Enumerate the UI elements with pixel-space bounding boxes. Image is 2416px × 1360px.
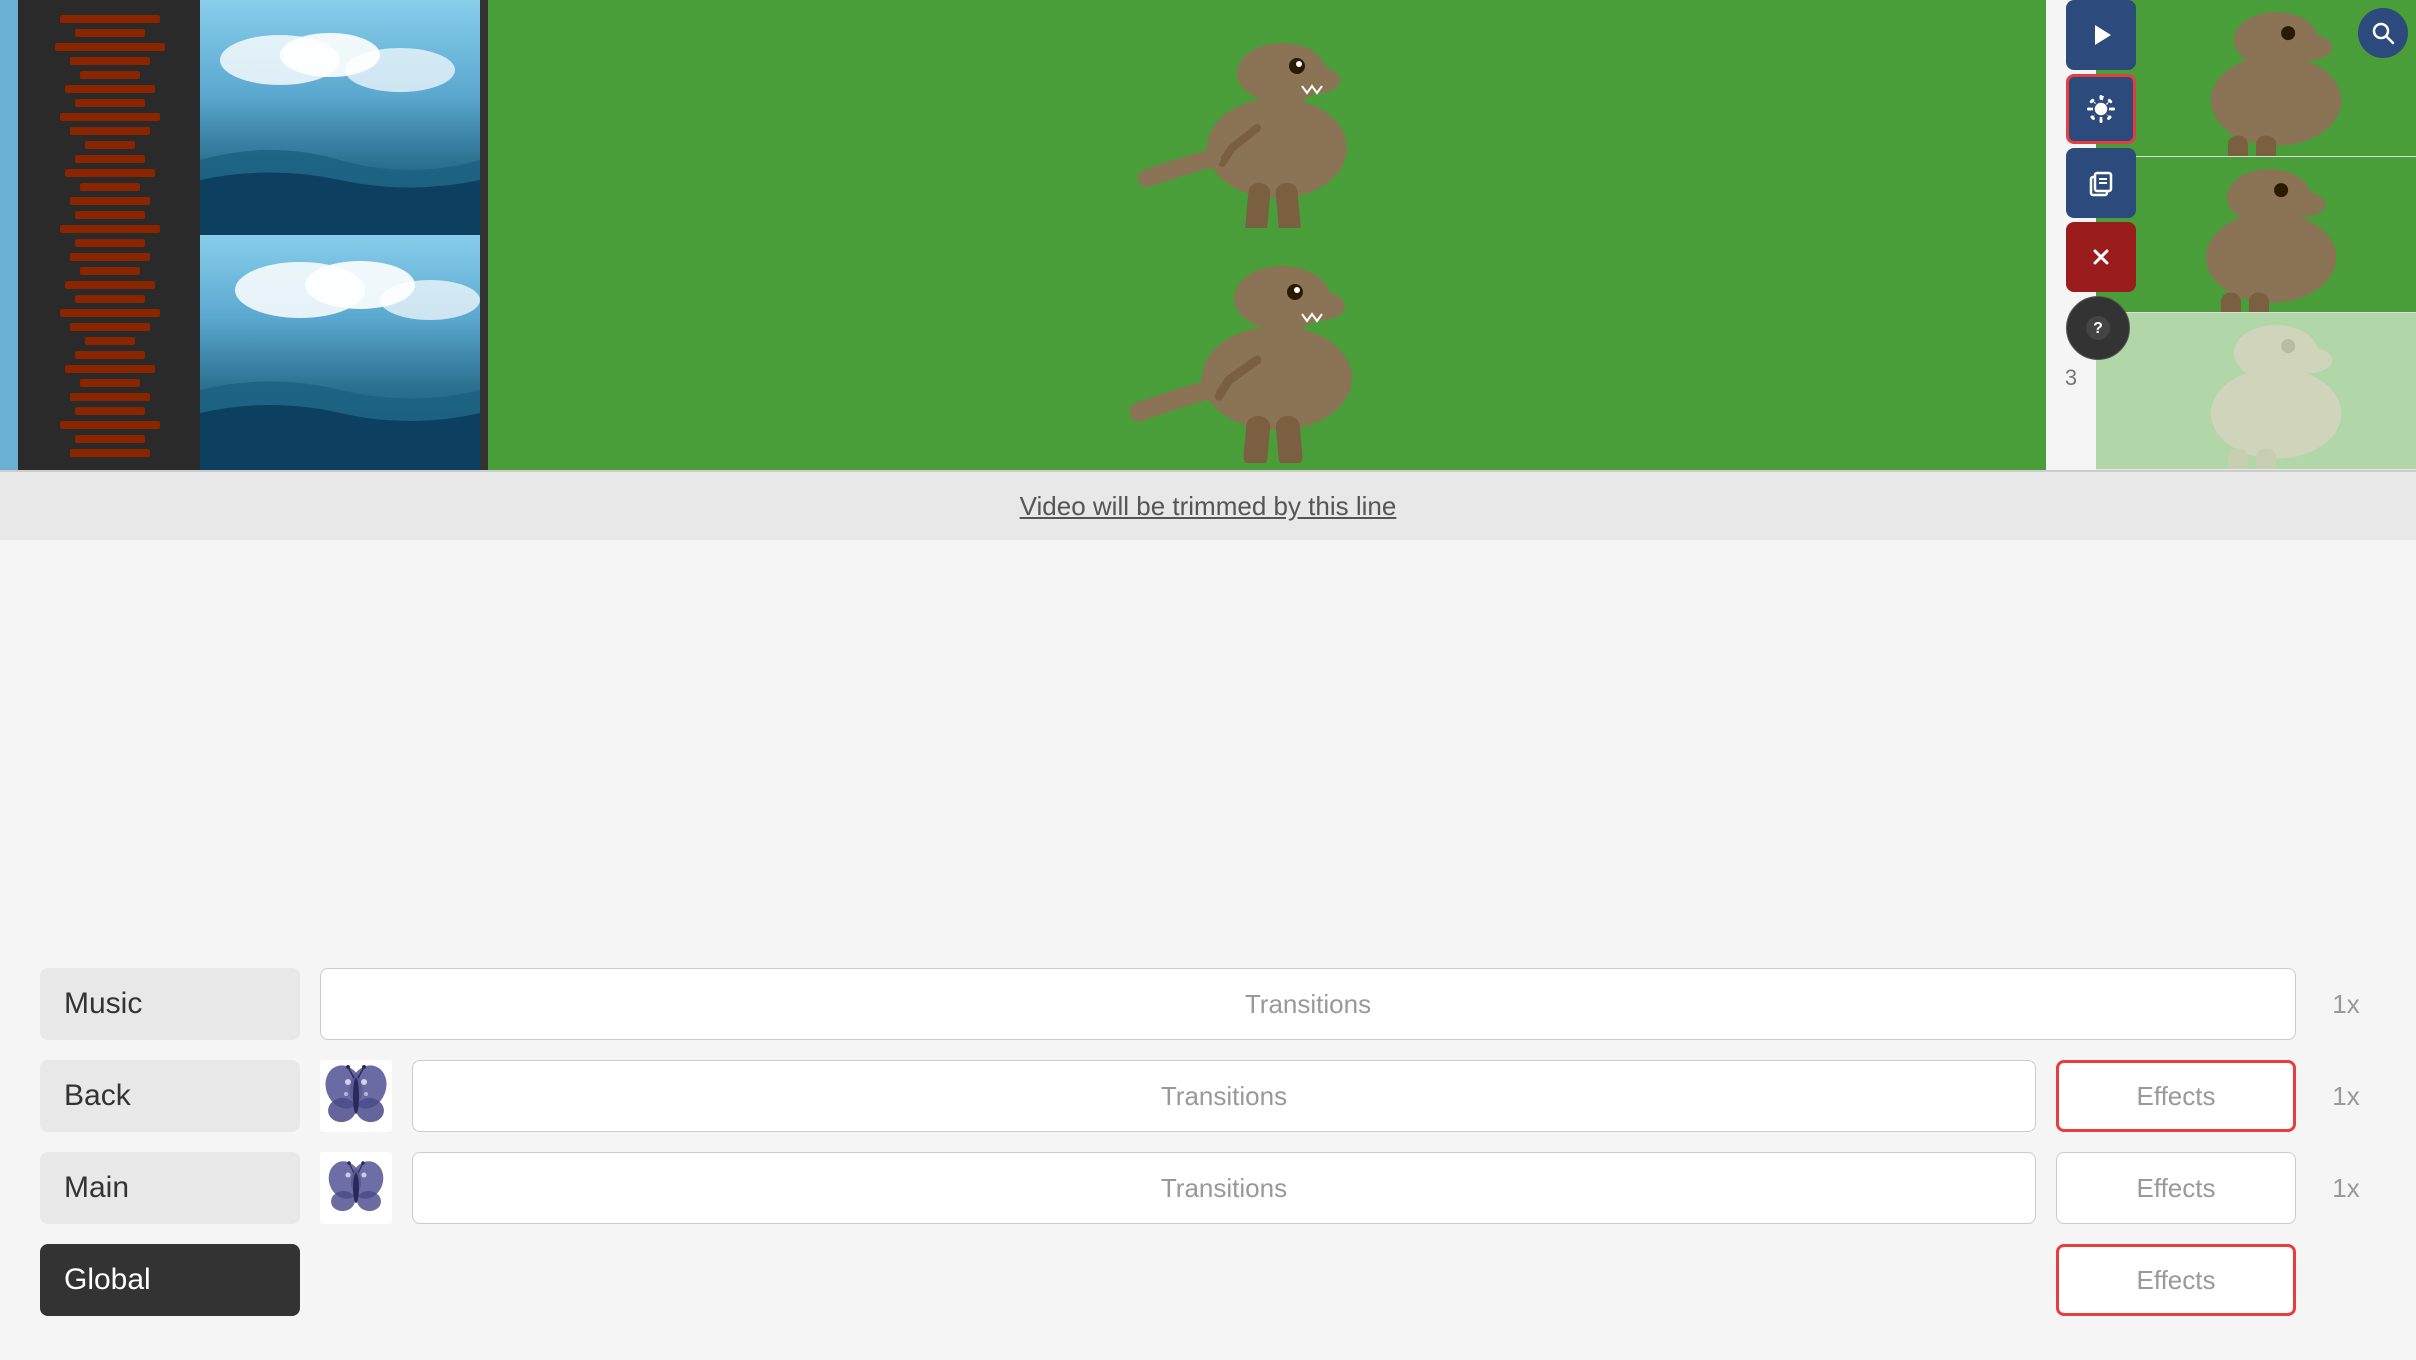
play-button[interactable] [2066,0,2136,70]
svg-text:?: ? [2093,320,2103,337]
dino-bottom-svg [1127,243,1407,463]
transitions-button-music[interactable]: Transitions [320,968,2296,1040]
settings-button[interactable] [2066,74,2136,144]
transitions-label-music: Transitions [1245,989,1371,1020]
zoom-icon [2371,21,2395,45]
control-rows: Music Transitions 1x Back [0,964,2416,1320]
delete-button[interactable] [2066,222,2136,292]
bottom-controls: Music Transitions 1x Back [0,680,2416,1360]
separator [480,0,488,470]
track-label-global-text: Global [64,1263,151,1297]
waveform-panel [0,0,200,470]
ocean-bottom-svg [200,235,480,470]
effects-button-main[interactable]: Effects [2056,1152,2296,1224]
track-thumb-back [320,1060,392,1132]
thumbnails-panel [2096,0,2416,470]
thumb-number-3: 3 [2046,365,2096,391]
gear-icon [2086,94,2116,124]
effects-label-main: Effects [2136,1173,2215,1204]
main-container: 📌 [0,0,2416,1360]
effects-button-global[interactable]: Effects [2056,1244,2296,1316]
action-buttons: ? [2066,0,2136,360]
trim-line-area: Video will be trimmed by this line [0,470,2416,540]
waveform-svg [20,5,200,465]
multiplier-main: 1x [2316,1173,2376,1204]
effects-button-back[interactable]: Effects [2056,1060,2296,1132]
video-area: 📌 [0,0,2416,470]
thumb-dino-2 [2096,157,2416,313]
track-label-back[interactable]: Back [40,1060,300,1132]
play-icon [2087,21,2115,49]
ocean-top [200,0,480,235]
help-button[interactable]: ? [2066,296,2130,360]
delete-icon [2087,243,2115,271]
dino-panel: 📌 [488,0,2046,470]
track-row-main: Main [40,1148,2376,1228]
track-label-back-text: Back [64,1079,131,1113]
trim-line-text: Video will be trimmed by this line [1020,491,1397,522]
effects-label-back: Effects [2136,1081,2215,1112]
ocean-panel [200,0,480,470]
track-row-back: Back [40,1056,2376,1136]
thumbnail-3 [2096,313,2416,470]
blue-strip [0,0,18,470]
transitions-button-back[interactable]: Transitions [412,1060,2036,1132]
track-row-music: Music Transitions 1x [40,964,2376,1044]
multiplier-back: 1x [2316,1081,2376,1112]
transitions-label-back: Transitions [1161,1081,1287,1112]
butterfly-large-icon [322,1062,390,1130]
track-label-music[interactable]: Music [40,968,300,1040]
thumbnail-2 [2096,157,2416,314]
track-label-main[interactable]: Main [40,1152,300,1224]
zoom-button[interactable] [2358,8,2408,58]
thumb-dino-3 [2096,313,2416,469]
track-label-music-text: Music [64,987,142,1021]
ocean-bottom [200,235,480,470]
copy-button[interactable] [2066,148,2136,218]
dino-bottom [488,235,2046,470]
ocean-top-svg [200,0,480,235]
empty-space [0,540,2416,680]
effects-label-global: Effects [2136,1265,2215,1296]
butterfly-small-icon [326,1158,386,1218]
dino-top-svg [1127,8,1407,228]
copy-icon [2087,169,2115,197]
multiplier-music: 1x [2316,989,2376,1020]
help-icon: ? [2084,314,2112,342]
track-label-global[interactable]: Global [40,1244,300,1316]
dino-top: ? [488,0,2046,235]
track-thumb-main [320,1152,392,1224]
transitions-label-main: Transitions [1161,1173,1287,1204]
track-row-global: Global Effects [40,1240,2376,1320]
track-label-main-text: Main [64,1171,129,1205]
transitions-button-main[interactable]: Transitions [412,1152,2036,1224]
